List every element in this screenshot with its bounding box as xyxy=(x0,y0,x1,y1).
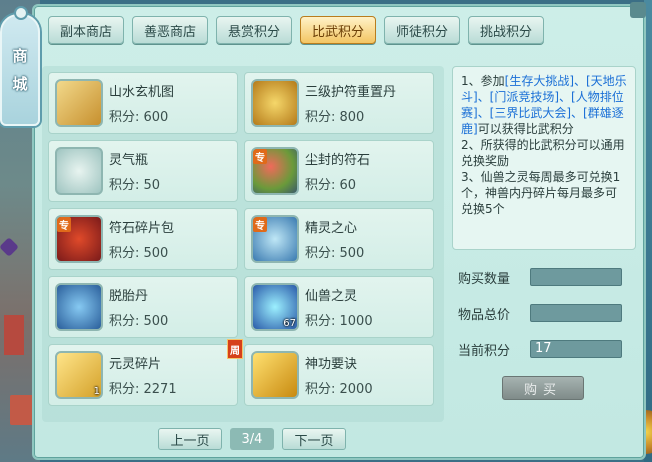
side-tab-char-2: 城 xyxy=(12,75,28,93)
item-points: 积分: 500 xyxy=(305,246,365,261)
shop-item[interactable]: 专 精灵之心 积分: 500 xyxy=(244,208,434,270)
tab-dungeon-shop[interactable]: 副本商店 xyxy=(48,16,124,44)
rule-1-suffix: 可以获得比武积分 xyxy=(477,122,574,136)
item-name: 符石碎片包 xyxy=(109,221,175,236)
shop-item[interactable]: 神功要诀 积分: 2000 xyxy=(244,344,434,406)
shop-item[interactable]: 67 仙兽之灵 积分: 1000 xyxy=(244,276,434,338)
tab-karma-shop[interactable]: 善恶商店 xyxy=(132,16,208,44)
side-tab-char-1: 商 xyxy=(12,47,28,65)
close-icon[interactable] xyxy=(630,2,646,18)
scroll-icon xyxy=(55,79,103,127)
item-points: 积分: 800 xyxy=(305,110,365,125)
tab-knob xyxy=(14,6,28,20)
current-points-field: 17 xyxy=(530,340,622,358)
rule-1-prefix: 1、参加 xyxy=(461,74,505,88)
tab-arena-points[interactable]: 比武积分 xyxy=(300,16,376,44)
amulet-icon xyxy=(251,79,299,127)
prev-page-button[interactable]: 上一页 xyxy=(158,428,222,450)
side-tab-mall[interactable]: 商 城 xyxy=(0,6,40,126)
quantity-input[interactable] xyxy=(530,268,622,286)
tab-mentor-points[interactable]: 师徒积分 xyxy=(384,16,460,44)
orb-icon: 67 xyxy=(251,283,299,331)
shop-item[interactable]: 灵气瓶 积分: 50 xyxy=(48,140,238,202)
item-quantity: 67 xyxy=(283,318,296,329)
exclusive-badge: 专 xyxy=(57,217,71,232)
pill-icon xyxy=(55,283,103,331)
tab-bounty-points[interactable]: 悬赏积分 xyxy=(216,16,292,44)
item-points: 积分: 50 xyxy=(109,178,161,193)
shop-item[interactable]: 三级护符重置丹 积分: 800 xyxy=(244,72,434,134)
weekly-limit-badge: 周 xyxy=(227,339,243,359)
buy-button[interactable]: 购买 xyxy=(502,376,584,400)
heart-icon: 专 xyxy=(251,215,299,263)
shop-window: 副本商店 善恶商店 悬赏积分 比武积分 师徒积分 挑战积分 山水玄机图 积分: … xyxy=(32,2,646,460)
scene-ornament xyxy=(4,315,24,355)
item-name: 仙兽之灵 xyxy=(305,289,358,304)
rules-panel: 1、参加[生存大挑战]、[天地乐斗]、[门派竞技场]、[人物排位赛]、[三界比武… xyxy=(452,66,636,250)
scene-ornament xyxy=(10,395,34,425)
page-indicator: 3/4 xyxy=(230,428,274,450)
item-name: 山水玄机图 xyxy=(109,85,175,100)
shop-item[interactable]: 1 元灵碎片 积分: 2271 周 xyxy=(48,339,243,406)
item-name: 精灵之心 xyxy=(305,221,358,236)
quantity-label: 购买数量 xyxy=(458,272,511,287)
bottle-icon xyxy=(55,147,103,195)
tab-challenge-points[interactable]: 挑战积分 xyxy=(468,16,544,44)
current-points-label: 当前积分 xyxy=(458,344,511,359)
item-name: 三级护符重置丹 xyxy=(305,85,397,100)
item-name: 尘封的符石 xyxy=(305,153,371,168)
item-points: 积分: 2271 xyxy=(109,382,177,397)
exclusive-badge: 专 xyxy=(253,149,267,164)
rule-2: 2、所获得的比武积分可以通用兑换奖励 xyxy=(461,138,625,168)
shop-item[interactable]: 脱胎丹 积分: 500 xyxy=(48,276,238,338)
shop-item[interactable]: 山水玄机图 积分: 600 xyxy=(48,72,238,134)
item-points: 积分: 500 xyxy=(109,314,169,329)
item-points: 积分: 1000 xyxy=(305,314,373,329)
item-points: 积分: 60 xyxy=(305,178,357,193)
book-icon xyxy=(251,351,299,399)
next-page-button[interactable]: 下一页 xyxy=(282,428,346,450)
pagination: 上一页 3/4 下一页 xyxy=(158,428,346,450)
item-grid: 山水玄机图 积分: 600 三级护符重置丹 积分: 800 灵气瓶 积分: 50… xyxy=(42,66,444,422)
shop-item[interactable]: 专 符石碎片包 积分: 500 xyxy=(48,208,238,270)
shop-item[interactable]: 专 尘封的符石 积分: 60 xyxy=(244,140,434,202)
rule-1: 1、参加[生存大挑战]、[天地乐斗]、[门派竞技场]、[人物排位赛]、[三界比武… xyxy=(461,73,627,137)
scene-ornament xyxy=(0,237,19,257)
exclusive-badge: 专 xyxy=(253,217,267,232)
rule-3: 3、仙兽之灵每周最多可兑换1个，神兽内丹碎片每月最多可兑换5个 xyxy=(461,170,621,216)
bag-icon: 专 xyxy=(55,215,103,263)
total-price-label: 物品总价 xyxy=(458,308,511,323)
item-name: 灵气瓶 xyxy=(109,153,149,168)
item-points: 积分: 600 xyxy=(109,110,169,125)
total-price-field xyxy=(530,304,622,322)
item-points: 积分: 500 xyxy=(109,246,169,261)
shop-tabs: 副本商店 善恶商店 悬赏积分 比武积分 师徒积分 挑战积分 xyxy=(48,16,544,44)
item-name: 脱胎丹 xyxy=(109,289,149,304)
item-quantity: 1 xyxy=(93,386,100,397)
shard-icon: 1 xyxy=(55,351,103,399)
item-points: 积分: 2000 xyxy=(305,382,373,397)
item-name: 元灵碎片 xyxy=(109,357,162,372)
item-name: 神功要诀 xyxy=(305,357,358,372)
stone-icon: 专 xyxy=(251,147,299,195)
